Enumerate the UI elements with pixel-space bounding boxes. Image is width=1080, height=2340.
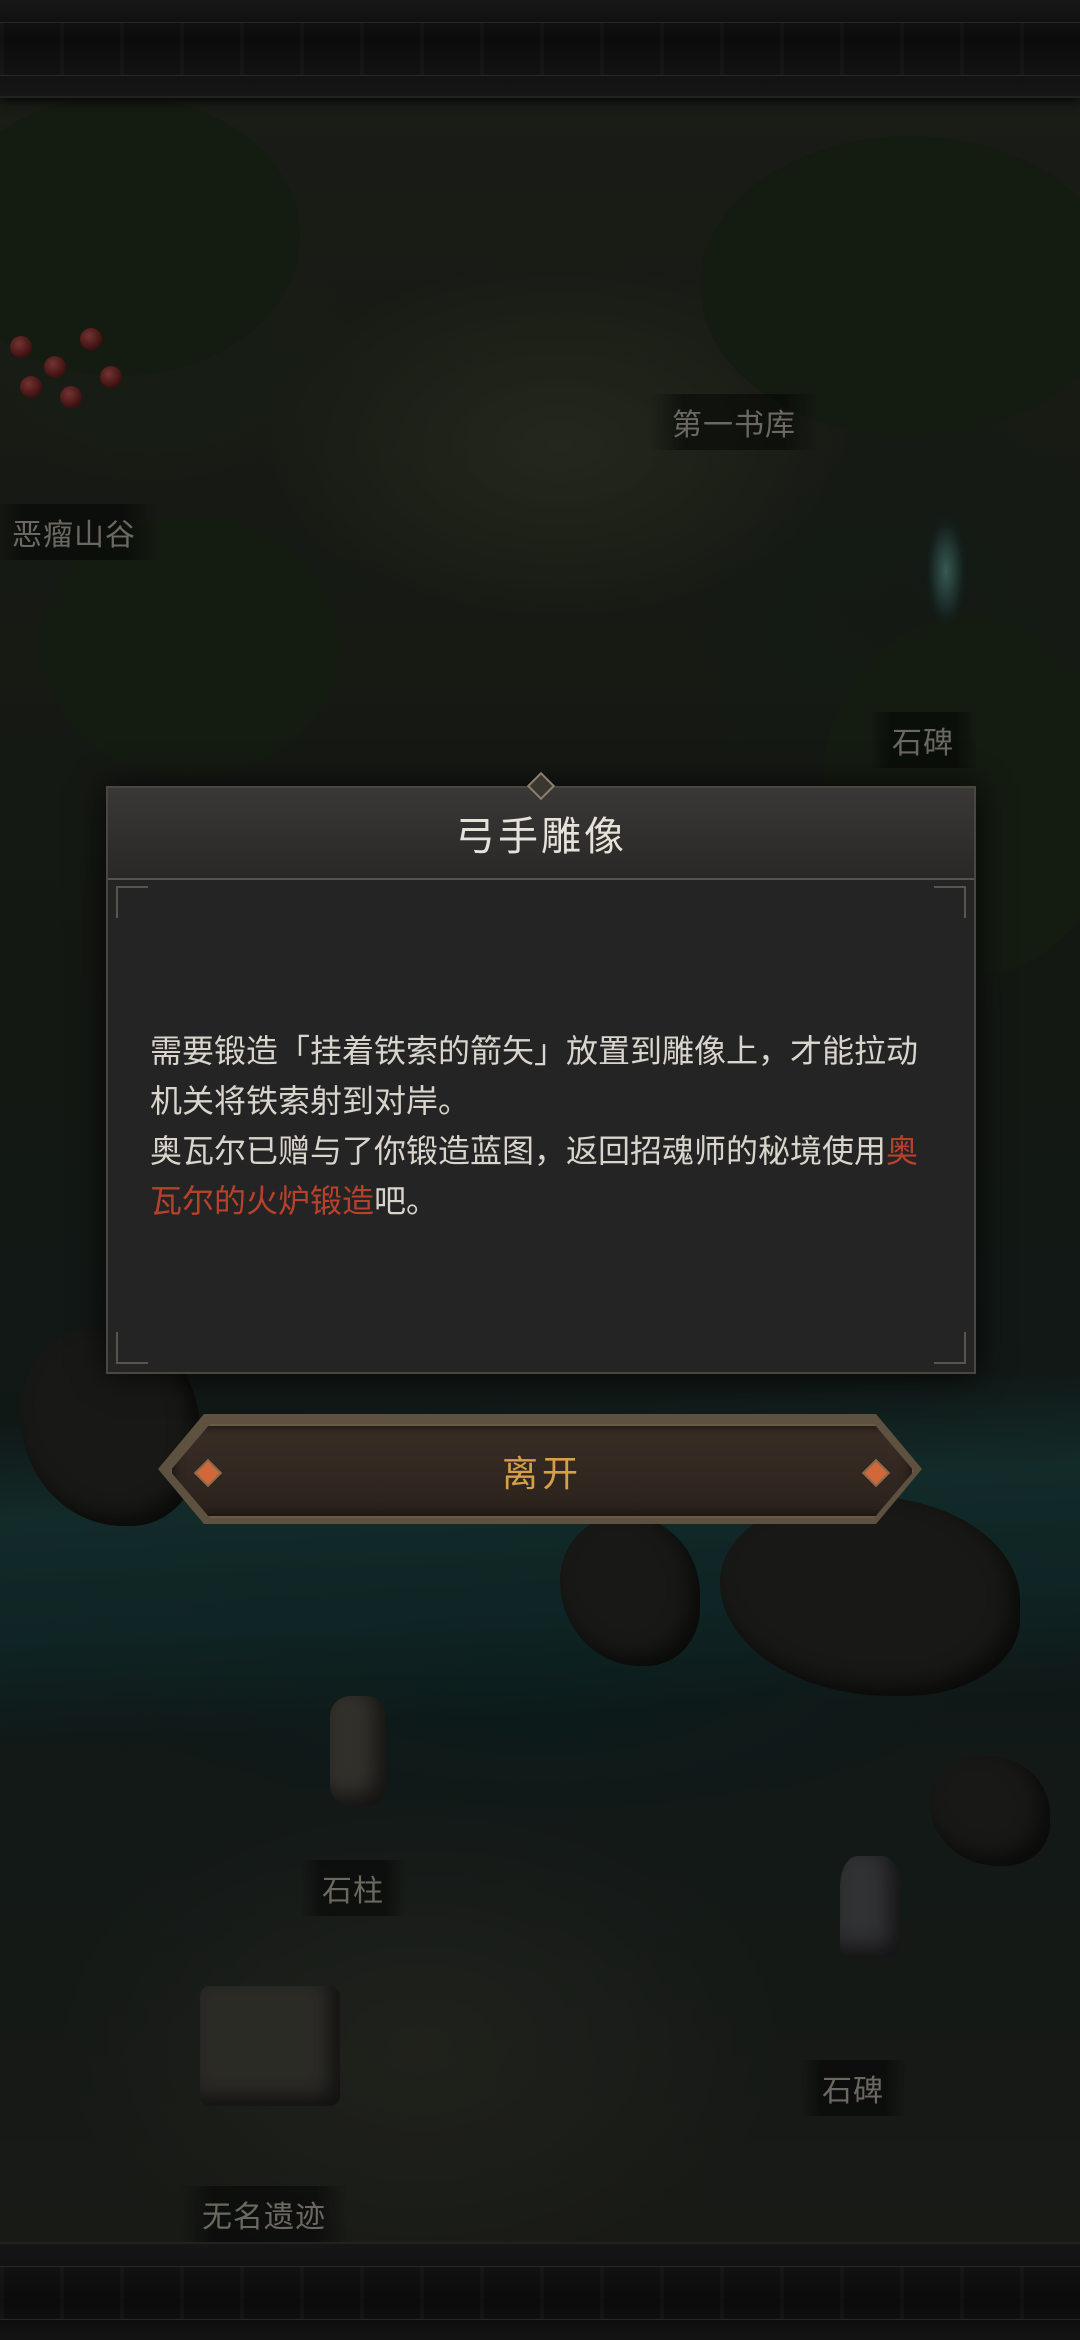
corner-ornament [934, 1332, 966, 1364]
leave-button[interactable]: 离开 [170, 1424, 914, 1518]
corner-ornament [116, 1332, 148, 1364]
message-text-end: 吧。 [374, 1182, 439, 1220]
statue-dialog: 弓手雕像 需要锻造「挂着铁索的箭矢」放置到雕像上，才能拉动机关将铁索射到对岸。 … [106, 771, 976, 1374]
leave-button-label: 离开 [501, 1454, 582, 1495]
corner-ornament [934, 886, 966, 918]
dialog-title: 弓手雕像 [455, 814, 627, 860]
dialog-message: 需要锻造「挂着铁索的箭矢」放置到雕像上，才能拉动机关将铁索射到对岸。 奥瓦尔已赠… [150, 1026, 932, 1226]
diamond-icon [862, 1459, 890, 1487]
message-text: 奥瓦尔已赠与了你锻造蓝图，返回招魂师的秘境使用 [150, 1132, 887, 1170]
message-line-1: 需要锻造「挂着铁索的箭矢」放置到雕像上，才能拉动机关将铁索射到对岸。 [150, 1032, 919, 1120]
message-line-2: 奥瓦尔已赠与了你锻造蓝图，返回招魂师的秘境使用奥瓦尔的火炉锻造吧。 [150, 1126, 932, 1226]
diamond-icon [194, 1459, 222, 1487]
corner-ornament [116, 886, 148, 918]
dialog-header: 弓手雕像 [108, 788, 974, 880]
